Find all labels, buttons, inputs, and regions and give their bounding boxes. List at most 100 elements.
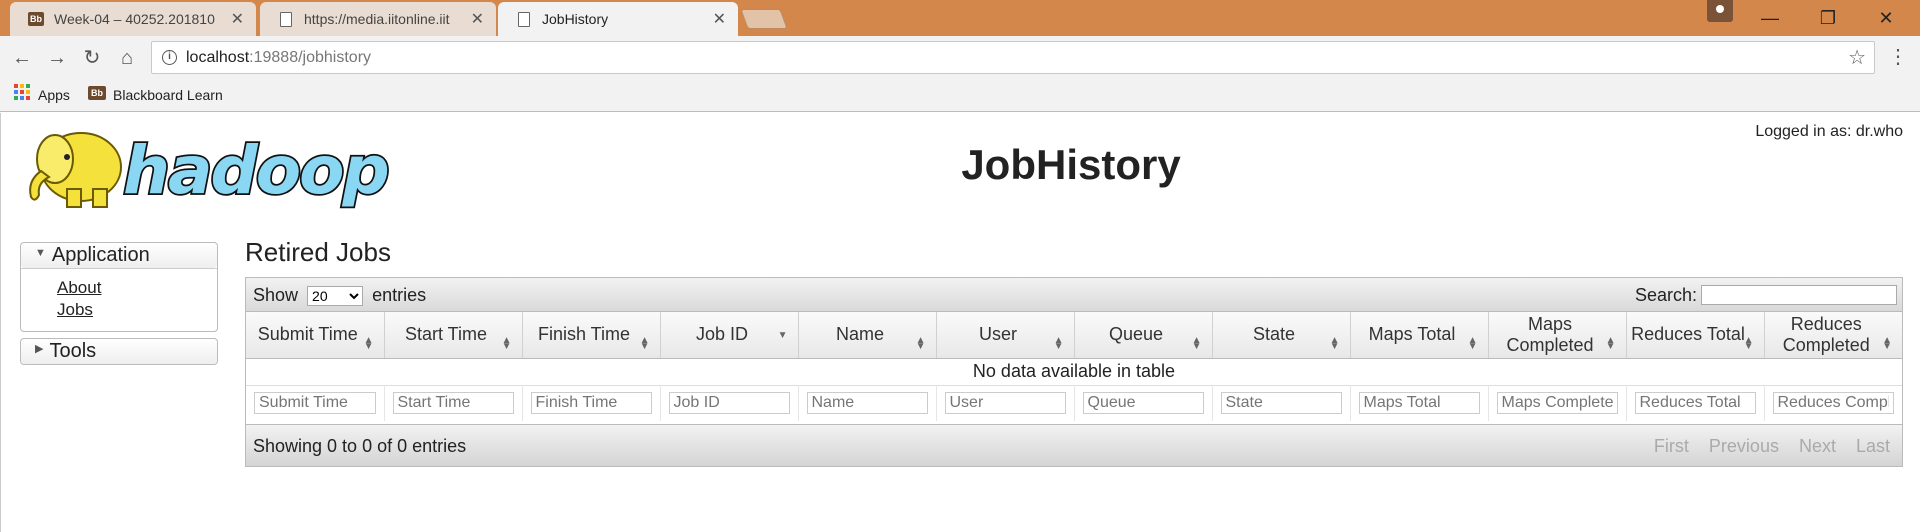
back-arrow-icon[interactable]: ← xyxy=(9,45,35,71)
sort-both-icon: ▲ ▼ xyxy=(1053,334,1064,352)
section-title: Retired Jobs xyxy=(245,237,391,267)
bookmark-apps[interactable]: Apps xyxy=(38,87,70,103)
sidebar-link-jobs[interactable]: Jobs xyxy=(57,299,217,321)
column-header-label: Job ID xyxy=(695,324,749,345)
sort-both-icon: ▲ ▼ xyxy=(1882,334,1892,352)
column-header[interactable]: Submit Time ▲ ▼ xyxy=(246,312,385,359)
reload-icon[interactable]: ↻ xyxy=(79,45,105,71)
sidebar-header-application[interactable]: ▼ Application xyxy=(21,243,217,268)
window-close-icon[interactable]: ✕ xyxy=(1858,0,1914,36)
table-info: Showing 0 to 0 of 0 entries xyxy=(253,436,467,456)
document-favicon xyxy=(280,12,292,27)
column-filter-input[interactable] xyxy=(1220,392,1342,415)
search-label: Search: xyxy=(1635,285,1698,305)
sort-both-icon: ▲ ▼ xyxy=(1605,334,1616,352)
column-header[interactable]: Queue ▲ ▼ xyxy=(1074,312,1213,359)
sort-descending-icon: ▼ xyxy=(777,329,788,341)
sort-both-icon: ▲ ▼ xyxy=(1329,334,1340,352)
browser-tab-media[interactable]: https://media.iitonline.iit ✕ xyxy=(260,2,496,36)
jobs-datatable: Show 20 entries Search: Submit Time ▲ ▼ Sta… xyxy=(245,277,1903,467)
close-icon[interactable]: ✕ xyxy=(231,9,244,29)
pagination: First Previous Next Last xyxy=(1634,436,1890,457)
column-header[interactable]: Maps Total ▲ ▼ xyxy=(1350,312,1489,359)
column-header-label: Start Time xyxy=(404,324,488,345)
restore-icon[interactable]: ❐ xyxy=(1800,0,1856,36)
column-filter-input[interactable] xyxy=(1496,392,1618,415)
show-label: Show xyxy=(253,285,299,305)
apps-grid-icon[interactable] xyxy=(14,84,30,100)
column-filter-input[interactable] xyxy=(806,392,928,415)
browser-toolbar: ← → ↻ ⌂ i localhost:19888/jobhistory ☆ ⋮ xyxy=(0,36,1920,80)
triangle-right-icon: ▶ xyxy=(35,343,44,356)
pager-next[interactable]: Next xyxy=(1799,436,1836,456)
column-filter-input[interactable] xyxy=(530,392,652,415)
bookmark-star-icon[interactable]: ☆ xyxy=(1848,45,1866,70)
address-bar[interactable]: i localhost:19888/jobhistory ☆ xyxy=(151,41,1875,74)
column-header[interactable]: User ▲ ▼ xyxy=(936,312,1075,359)
column-header[interactable]: Start Time ▲ ▼ xyxy=(384,312,523,359)
column-header-label: Queue xyxy=(1108,324,1164,345)
column-header[interactable]: Reduces Completed ▲ ▼ xyxy=(1764,312,1902,359)
page-size-select[interactable]: 20 xyxy=(307,286,364,307)
empty-message: No data available in table xyxy=(972,361,1176,381)
column-header-label: Maps Total xyxy=(1368,324,1456,345)
forward-arrow-icon[interactable]: → xyxy=(44,45,70,71)
browser-tab-week04[interactable]: Bb Week-04 – 40252.201810 ✕ xyxy=(10,2,256,36)
blackboard-favicon: Bb xyxy=(88,86,106,100)
sort-both-icon: ▲ ▼ xyxy=(1191,334,1202,352)
browser-menu-icon[interactable]: ⋮ xyxy=(1888,42,1908,72)
bookmark-blackboard-learn[interactable]: Blackboard Learn xyxy=(113,87,223,103)
bookmarks-bar: Apps Bb Blackboard Learn xyxy=(0,80,1920,112)
browser-titlebar: Bb Week-04 – 40252.201810 ✕ https://medi… xyxy=(0,0,1920,36)
column-header[interactable]: Maps Completed ▲ ▼ xyxy=(1488,312,1627,359)
info-icon[interactable]: i xyxy=(162,50,177,65)
column-header[interactable]: Finish Time ▲ ▼ xyxy=(522,312,661,359)
url-text[interactable]: localhost:19888/jobhistory xyxy=(186,49,371,67)
column-filter-input[interactable] xyxy=(1634,392,1756,415)
sidebar-section-tools: ▶ Tools xyxy=(20,338,218,365)
pager-previous[interactable]: Previous xyxy=(1709,436,1779,456)
sort-both-icon: ▲ ▼ xyxy=(363,334,374,352)
column-header[interactable]: Reduces Total ▲ ▼ xyxy=(1626,312,1765,359)
column-filter-input[interactable] xyxy=(392,392,514,415)
pager-first[interactable]: First xyxy=(1654,436,1689,456)
close-icon[interactable]: ✕ xyxy=(713,9,726,29)
column-filter-input[interactable] xyxy=(254,392,376,415)
hadoop-logo[interactable]: hadoop xyxy=(21,119,399,211)
column-header-label: User xyxy=(978,324,1017,345)
document-favicon xyxy=(518,12,530,27)
tab-title: https://media.iitonline.iit xyxy=(304,11,450,27)
column-header-label: Finish Time xyxy=(537,324,631,345)
sidebar-header-tools[interactable]: ▶ Tools xyxy=(21,339,217,364)
pager-last[interactable]: Last xyxy=(1856,436,1890,456)
column-filter-input[interactable] xyxy=(944,392,1066,415)
profile-icon[interactable] xyxy=(1707,0,1733,22)
column-header[interactable]: State ▲ ▼ xyxy=(1212,312,1351,359)
sidebar-section-application: ▼ Application About Jobs xyxy=(20,242,218,332)
triangle-down-icon: ▼ xyxy=(35,247,46,260)
column-filter-input[interactable] xyxy=(668,392,790,415)
column-header-label: Maps Completed xyxy=(1506,313,1594,355)
sort-both-icon: ▲ ▼ xyxy=(915,334,926,352)
sidebar: ▼ Application About Jobs ▶ Tools xyxy=(20,242,218,371)
column-filter-input[interactable] xyxy=(1772,392,1894,415)
column-filter-input[interactable] xyxy=(1082,392,1204,415)
sidebar-link-about[interactable]: About xyxy=(57,277,217,299)
page-content: hadoop JobHistory Logged in as: dr.who ▼… xyxy=(0,113,1920,532)
home-icon[interactable]: ⌂ xyxy=(114,45,140,71)
search-input[interactable] xyxy=(1701,285,1897,305)
column-header-label: State xyxy=(1252,324,1296,345)
new-tab-button[interactable] xyxy=(740,9,788,29)
minimize-icon[interactable]: — xyxy=(1742,0,1798,36)
close-icon[interactable]: ✕ xyxy=(471,9,484,29)
tab-title: JobHistory xyxy=(542,11,609,27)
column-header-label: Reduces Total xyxy=(1631,324,1745,345)
browser-tab-jobhistory[interactable]: JobHistory ✕ xyxy=(498,2,738,36)
column-filter-input[interactable] xyxy=(1358,392,1480,415)
column-header[interactable]: Job ID ▼ xyxy=(660,312,799,359)
column-header-label: Reduces Completed xyxy=(1782,313,1870,355)
page-title: JobHistory xyxy=(961,141,1181,188)
sort-both-icon: ▲ ▼ xyxy=(639,334,650,352)
logged-in-status: Logged in as: dr.who xyxy=(1755,123,1903,140)
column-header[interactable]: Name ▲ ▼ xyxy=(798,312,937,359)
